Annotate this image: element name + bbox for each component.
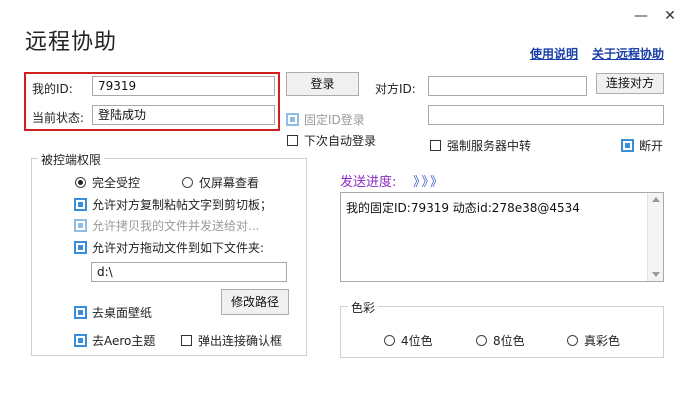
log-text: 我的固定ID:79319 动态id:278e38@4534	[346, 201, 580, 215]
remove-wallpaper-label: 去桌面壁纸	[92, 306, 153, 320]
remove-aero-option[interactable]: 去Aero主题	[74, 332, 156, 349]
app-window: 远程协助 — ✕ 使用说明 关于远程协助 我的ID: 79319 当前状态: 登…	[0, 0, 693, 400]
radio-unselected-icon[interactable]	[476, 335, 487, 346]
log-scrollbar[interactable]	[647, 193, 663, 281]
force-relay-option[interactable]: 强制服务器中转	[430, 137, 531, 154]
send-progress-label: 发送进度:	[340, 175, 397, 190]
peer-id-field[interactable]	[428, 76, 587, 96]
login-button[interactable]: 登录	[286, 72, 359, 96]
scroll-up-icon[interactable]	[651, 197, 660, 202]
my-id-label: 我的ID:	[32, 82, 73, 96]
close-button[interactable]: ✕	[662, 8, 678, 24]
permissions-group	[31, 158, 307, 356]
color-4bit-option[interactable]: 4位色	[384, 332, 433, 349]
status-label: 当前状态:	[32, 111, 85, 125]
force-relay-label: 强制服务器中转	[447, 139, 532, 153]
minimize-button[interactable]: —	[633, 8, 649, 24]
checkbox-unchecked-icon[interactable]	[430, 140, 441, 151]
remove-aero-label: 去Aero主题	[92, 334, 156, 348]
checkbox-unchecked-icon[interactable]	[181, 335, 192, 346]
checkbox-checked-icon[interactable]	[74, 198, 87, 211]
allow-drag-files-option[interactable]: 允许对方拖动文件到如下文件夹:	[74, 239, 265, 256]
color-true-option[interactable]: 真彩色	[567, 332, 620, 349]
auto-login-option[interactable]: 下次自动登录	[287, 132, 376, 149]
connect-button[interactable]: 连接对方	[596, 73, 664, 94]
log-area[interactable]: 我的固定ID:79319 动态id:278e38@4534	[340, 192, 664, 282]
color-8bit-label: 8位色	[493, 334, 525, 348]
modify-path-button[interactable]: 修改路径	[221, 289, 289, 315]
auto-login-label: 下次自动登录	[304, 134, 377, 148]
permissions-group-title: 被控端权限	[38, 151, 105, 168]
radio-selected-icon[interactable]	[75, 177, 86, 188]
fixed-id-login-label: 固定ID登录	[304, 113, 365, 127]
radio-unselected-icon[interactable]	[567, 335, 578, 346]
allow-clipboard-label: 允许对方复制粘帖文字到剪切板；	[92, 198, 273, 212]
color-4bit-label: 4位色	[401, 334, 433, 348]
checkbox-checked-icon[interactable]	[621, 139, 634, 152]
window-title: 远程协助	[25, 30, 118, 55]
radio-unselected-icon[interactable]	[384, 335, 395, 346]
disconnect-option[interactable]: 断开	[621, 137, 664, 154]
radio-unselected-icon[interactable]	[182, 177, 193, 188]
status-field[interactable]: 登陆成功	[92, 105, 275, 125]
fixed-id-login-option[interactable]: 固定ID登录	[286, 111, 365, 128]
allow-drag-files-label: 允许对方拖动文件到如下文件夹:	[92, 241, 265, 255]
color-group-title: 色彩	[348, 299, 379, 316]
checkbox-checked-icon[interactable]	[286, 113, 299, 126]
my-id-field[interactable]: 79319	[92, 76, 275, 96]
checkbox-checked-icon[interactable]	[74, 241, 87, 254]
checkbox-checked-icon[interactable]	[74, 306, 87, 319]
view-only-option[interactable]: 仅屏幕查看	[182, 174, 259, 191]
help-link[interactable]: 使用说明	[530, 45, 578, 62]
popup-confirm-option[interactable]: 弹出连接确认框	[181, 332, 282, 349]
disconnect-label: 断开	[639, 139, 664, 153]
folder-path-field[interactable]: d:\	[91, 262, 287, 282]
color-true-label: 真彩色	[584, 334, 621, 348]
checkbox-checked-icon[interactable]	[74, 219, 87, 232]
peer-secondary-field[interactable]	[428, 105, 664, 125]
allow-clipboard-option[interactable]: 允许对方复制粘帖文字到剪切板；	[74, 196, 273, 213]
allow-copy-files-option[interactable]: 允许拷贝我的文件并发送给对...	[74, 217, 260, 234]
popup-confirm-label: 弹出连接确认框	[198, 334, 283, 348]
checkbox-checked-icon[interactable]	[74, 334, 87, 347]
color-8bit-option[interactable]: 8位色	[476, 332, 525, 349]
full-control-option[interactable]: 完全受控	[75, 174, 140, 191]
peer-id-label: 对方ID:	[375, 82, 416, 96]
progress-arrows-icon: 》》》	[413, 175, 446, 190]
remove-wallpaper-option[interactable]: 去桌面壁纸	[74, 304, 153, 321]
view-only-label: 仅屏幕查看	[199, 176, 260, 190]
scroll-down-icon[interactable]	[651, 272, 660, 277]
allow-copy-files-label: 允许拷贝我的文件并发送给对...	[92, 219, 260, 233]
checkbox-unchecked-icon[interactable]	[287, 135, 298, 146]
full-control-label: 完全受控	[92, 176, 141, 190]
about-link[interactable]: 关于远程协助	[592, 45, 664, 62]
